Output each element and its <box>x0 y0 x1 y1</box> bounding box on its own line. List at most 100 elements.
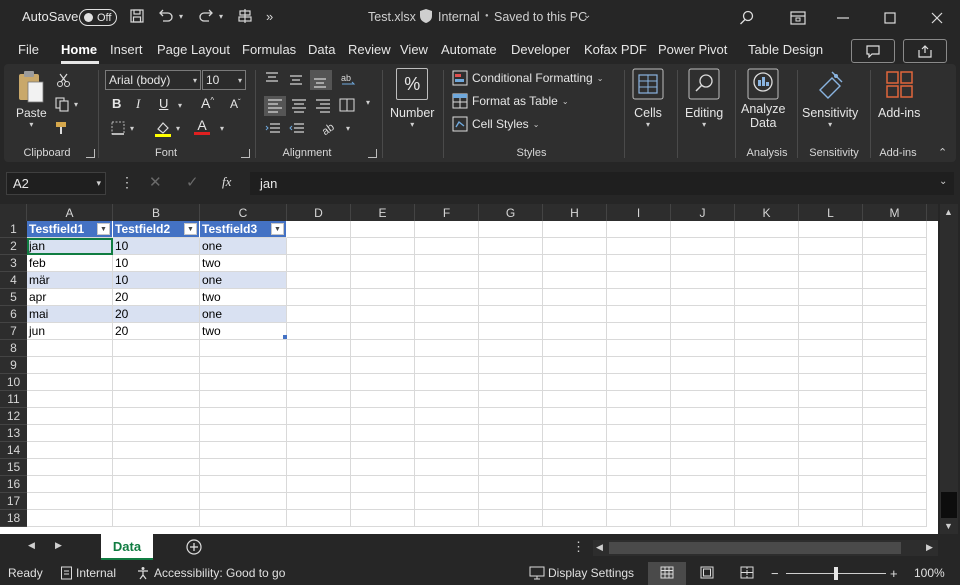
grid-cell[interactable] <box>543 374 607 391</box>
row-header-9[interactable]: 9 <box>0 357 27 374</box>
page-break-view-icon[interactable] <box>740 566 754 579</box>
table-cell[interactable]: two <box>200 289 287 306</box>
sheet-options-icon[interactable]: ⋮ <box>572 539 585 555</box>
grid-cell[interactable] <box>543 408 607 425</box>
grid-cell[interactable] <box>351 459 415 476</box>
grid-cell[interactable] <box>351 476 415 493</box>
analyze-data-button[interactable]: Analyze Data <box>741 68 785 130</box>
enter-icon[interactable]: ✓ <box>186 173 199 191</box>
grid-cell[interactable] <box>27 374 113 391</box>
grid-cell[interactable] <box>543 493 607 510</box>
row-header-18[interactable]: 18 <box>0 510 27 527</box>
grid-cell[interactable] <box>479 238 543 255</box>
grid-cell[interactable] <box>735 442 799 459</box>
grid-cell[interactable] <box>863 272 927 289</box>
grid-cell[interactable] <box>287 289 351 306</box>
grid-cell[interactable] <box>351 255 415 272</box>
page-layout-view-icon[interactable] <box>700 566 714 579</box>
column-header-g[interactable]: G <box>479 204 543 221</box>
grid-cell[interactable] <box>113 459 200 476</box>
grid-cell[interactable] <box>415 459 479 476</box>
column-header-l[interactable]: L <box>799 204 863 221</box>
close-icon[interactable] <box>925 6 949 30</box>
format-as-table-button[interactable]: Format as Table ⌄ <box>452 93 569 109</box>
grid-cell[interactable] <box>863 323 927 340</box>
grid-cell[interactable] <box>415 374 479 391</box>
table-cell[interactable]: 20 <box>113 323 200 340</box>
grid-cell[interactable] <box>671 323 735 340</box>
grow-font-button[interactable]: A ^ <box>201 95 214 111</box>
grid-cell[interactable] <box>27 357 113 374</box>
grid-cell[interactable] <box>351 510 415 527</box>
grid-cell[interactable] <box>671 459 735 476</box>
grid-cell[interactable] <box>113 340 200 357</box>
grid-cell[interactable] <box>415 255 479 272</box>
grid-cell[interactable] <box>287 408 351 425</box>
grid-cell[interactable] <box>671 408 735 425</box>
filter-dropdown-icon[interactable]: ▼ <box>184 223 197 235</box>
grid-cell[interactable] <box>735 374 799 391</box>
borders-dropdown-icon[interactable]: ▾ <box>130 124 134 133</box>
grid-cell[interactable] <box>735 323 799 340</box>
number-format-button[interactable]: % Number ▾ <box>390 68 434 129</box>
grid-cell[interactable] <box>351 238 415 255</box>
grid-cell[interactable] <box>671 289 735 306</box>
grid-cell[interactable] <box>287 442 351 459</box>
grid-cell[interactable] <box>607 408 671 425</box>
align-tool-icon[interactable] <box>237 8 253 24</box>
grid-cell[interactable] <box>607 323 671 340</box>
grid-cell[interactable] <box>543 238 607 255</box>
column-header-b[interactable]: B <box>113 204 200 221</box>
sensitivity-status[interactable]: Internal <box>60 566 116 580</box>
tab-insert[interactable]: Insert <box>110 42 143 57</box>
grid-cell[interactable] <box>607 459 671 476</box>
grid-cell[interactable] <box>671 340 735 357</box>
grid-cell[interactable] <box>863 374 927 391</box>
grid-cell[interactable] <box>287 340 351 357</box>
table-cell[interactable]: 20 <box>113 289 200 306</box>
fill-color-icon[interactable]: ▾ <box>154 119 180 137</box>
grid-cell[interactable] <box>543 510 607 527</box>
grid-cell[interactable] <box>479 289 543 306</box>
grid-cell[interactable] <box>479 476 543 493</box>
grid-cell[interactable] <box>735 459 799 476</box>
grid-cell[interactable] <box>287 238 351 255</box>
grid-cell[interactable] <box>415 510 479 527</box>
grid-cell[interactable] <box>27 408 113 425</box>
select-all-corner[interactable] <box>0 204 27 221</box>
grid-cell[interactable] <box>735 408 799 425</box>
tab-view[interactable]: View <box>400 42 428 57</box>
grid-cell[interactable] <box>607 493 671 510</box>
table-cell[interactable]: apr <box>27 289 113 306</box>
grid-cell[interactable] <box>287 510 351 527</box>
grid-cell[interactable] <box>287 391 351 408</box>
vertical-scroll-thumb[interactable] <box>941 492 957 518</box>
font-color-icon[interactable]: A <box>194 118 210 135</box>
grid-cell[interactable] <box>543 357 607 374</box>
row-header-17[interactable]: 17 <box>0 493 27 510</box>
column-header-m[interactable]: M <box>863 204 927 221</box>
grid-cell[interactable] <box>113 510 200 527</box>
grid-cell[interactable] <box>415 442 479 459</box>
grid-cell[interactable] <box>735 476 799 493</box>
cell-styles-button[interactable]: Cell Styles ⌄ <box>452 116 539 132</box>
grid-cell[interactable] <box>415 391 479 408</box>
cells-button[interactable]: Cells ▾ <box>632 68 664 129</box>
bold-button[interactable]: B <box>112 96 121 111</box>
grid-cell[interactable] <box>799 238 863 255</box>
grid-cell[interactable] <box>863 510 927 527</box>
grid-cell[interactable] <box>479 510 543 527</box>
grid-cell[interactable] <box>415 340 479 357</box>
tab-data[interactable]: Data <box>308 42 335 57</box>
expand-formula-bar-icon[interactable]: ⌄ <box>939 176 947 187</box>
column-header-e[interactable]: E <box>351 204 415 221</box>
grid-cell[interactable] <box>671 476 735 493</box>
underline-button[interactable]: U <box>159 96 168 111</box>
font-color-dropdown-icon[interactable]: ▾ <box>220 124 224 133</box>
table-header-cell[interactable]: Testfield1 ▼ <box>27 221 113 238</box>
grid-cell[interactable] <box>607 442 671 459</box>
grid-cell[interactable] <box>415 493 479 510</box>
grid-cell[interactable] <box>799 272 863 289</box>
table-cell[interactable]: 10 <box>113 255 200 272</box>
grid-cell[interactable] <box>27 493 113 510</box>
